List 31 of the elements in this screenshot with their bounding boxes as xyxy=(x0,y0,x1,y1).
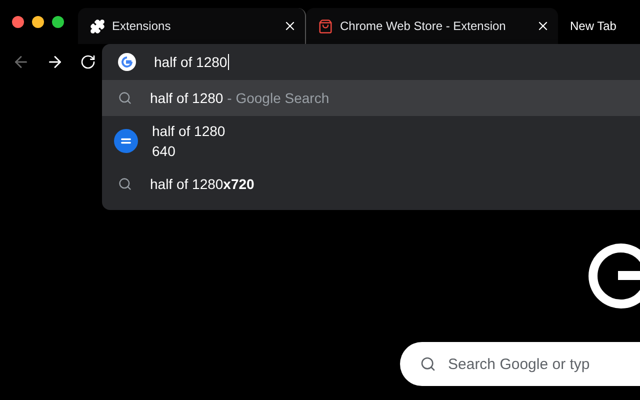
suggestion-text: half of 1280 xyxy=(152,123,226,139)
minimize-window-button[interactable] xyxy=(32,16,44,28)
reload-icon[interactable] xyxy=(80,54,96,70)
suggestion-description: - Google Search xyxy=(227,90,330,106)
omnibox-text: half of 1280 xyxy=(154,54,230,70)
suggestion-item[interactable]: half of 1280x720 xyxy=(102,166,640,202)
calculator-answer: 640 xyxy=(152,143,176,159)
suggestion-item[interactable]: half of 1280 640 xyxy=(102,116,640,166)
omnibox-field[interactable]: half of 1280 xyxy=(102,44,640,80)
browser-tab[interactable]: Extensions xyxy=(78,8,306,44)
maximize-window-button[interactable] xyxy=(52,16,64,28)
tab-title: Chrome Web Store - Extension xyxy=(340,19,507,33)
forward-icon[interactable] xyxy=(46,53,64,71)
shopping-bag-icon xyxy=(318,18,333,34)
puzzle-icon xyxy=(90,18,105,34)
suggestion-item[interactable]: half of 1280 - Google Search xyxy=(102,80,640,116)
browser-tab[interactable]: Chrome Web Store - Extension xyxy=(306,8,558,44)
suggestion-text: half of 1280x720 xyxy=(150,176,254,192)
close-icon[interactable] xyxy=(536,19,550,33)
suggestion-text: half of 1280 xyxy=(150,90,224,106)
google-g-icon xyxy=(118,53,136,71)
search-icon xyxy=(118,91,132,105)
search-field[interactable]: Search Google or typ xyxy=(400,342,640,386)
search-icon xyxy=(420,356,436,372)
close-window-button[interactable] xyxy=(12,16,24,28)
tab-title: Extensions xyxy=(112,19,172,33)
close-icon[interactable] xyxy=(283,19,297,33)
search-placeholder: Search Google or typ xyxy=(448,356,590,372)
calculator-icon xyxy=(114,129,138,153)
search-icon xyxy=(118,177,132,191)
tab-title: New Tab xyxy=(570,19,618,33)
